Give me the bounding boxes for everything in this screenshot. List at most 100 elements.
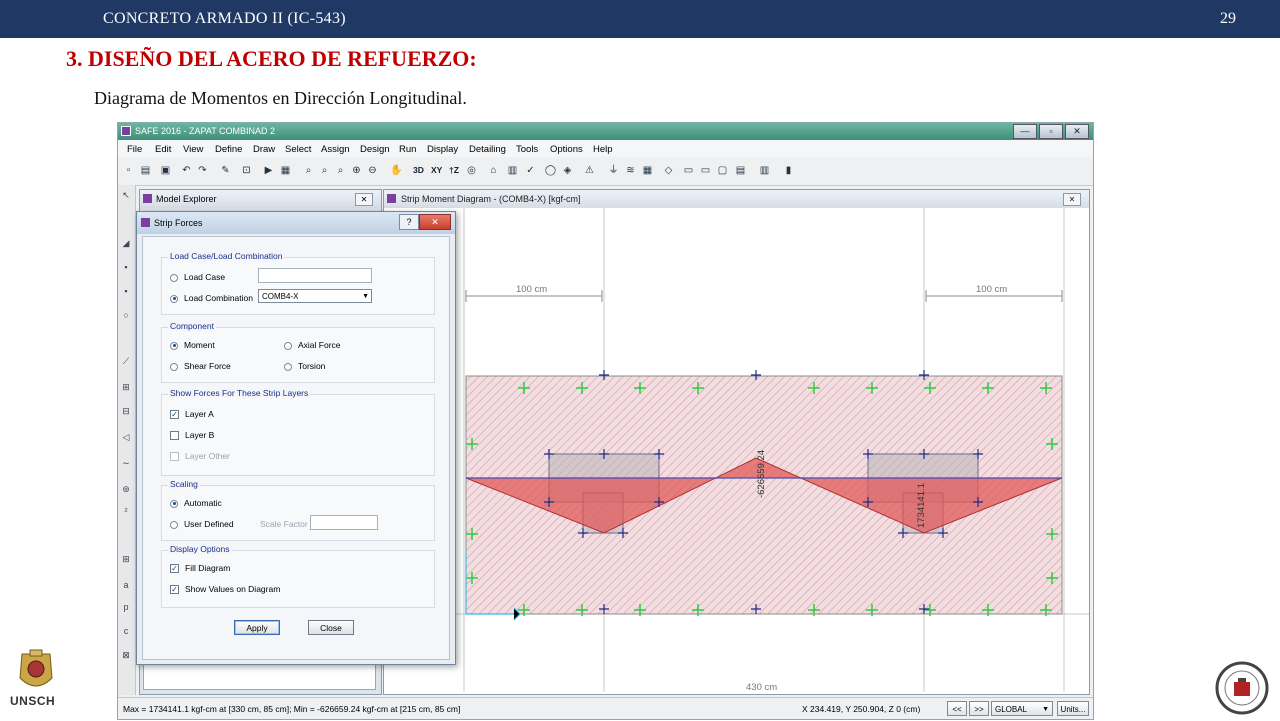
support-icon[interactable]: ⏚ (607, 164, 620, 177)
load-case-field[interactable] (258, 268, 372, 283)
minimize-button[interactable]: — (1013, 124, 1037, 139)
pan-icon[interactable]: ✋ (390, 164, 403, 177)
save-icon[interactable]: ▣ (159, 164, 172, 177)
zoom-out-icon[interactable]: ⊖ (366, 164, 379, 177)
draw-circle-icon[interactable]: ○ (120, 309, 132, 321)
restore-button[interactable]: ▫ (1039, 124, 1063, 139)
menu-define[interactable]: Define (215, 144, 242, 155)
slab-forces-icon[interactable]: ◇ (662, 164, 675, 177)
run-analysis-icon[interactable]: ▦ (279, 164, 292, 177)
clear-selection-icon[interactable]: c (120, 625, 132, 637)
zoom-window-icon[interactable]: ⌕ (302, 164, 315, 177)
max-moment-label: 1734141.1 (916, 483, 927, 528)
new-file-icon[interactable]: ▫ (122, 164, 135, 177)
next-button[interactable]: >> (969, 701, 989, 716)
user-defined-radio[interactable]: User Defined (170, 519, 234, 529)
redo-icon[interactable]: ↷ (196, 164, 209, 177)
radio-icon (170, 362, 178, 371)
undo-icon[interactable]: ↶ (180, 164, 193, 177)
layer-b-checkbox[interactable]: Layer B (170, 430, 214, 441)
select-all-icon[interactable]: a (120, 579, 132, 591)
deselect-icon[interactable]: ⊠ (120, 649, 132, 661)
menu-run[interactable]: Run (399, 144, 416, 155)
axial-force-radio[interactable]: Axial Force (284, 340, 341, 350)
dialog-close-button[interactable]: ✕ (419, 214, 451, 230)
diagram-window-close-button[interactable]: ✕ (1063, 193, 1081, 206)
menu-design[interactable]: Design (360, 144, 390, 155)
pencil-icon[interactable]: ✎ (219, 164, 232, 177)
show-values-checkbox[interactable]: ✓ Show Values on Diagram (170, 584, 280, 595)
close-window-button[interactable]: ✕ (1065, 124, 1089, 139)
menu-draw[interactable]: Draw (253, 144, 275, 155)
moment-radio[interactable]: Moment (170, 340, 215, 350)
warning-icon[interactable]: ⚠ (583, 164, 596, 177)
menu-tools[interactable]: Tools (516, 144, 538, 155)
lock-icon[interactable]: ⊡ (240, 164, 253, 177)
tables-icon[interactable]: ▥ (758, 164, 771, 177)
open-folder-icon[interactable]: ▤ (139, 164, 152, 177)
view-iz-button[interactable]: †Z (449, 165, 459, 175)
load-combination-radio[interactable]: Load Combination (170, 293, 253, 303)
beam-forces-icon[interactable]: ▭ (699, 164, 712, 177)
book-icon[interactable]: ▮ (782, 164, 795, 177)
menu-detailing[interactable]: Detailing (469, 144, 506, 155)
close-button[interactable]: Close (308, 620, 354, 635)
section-cut-icon[interactable]: ▤ (734, 164, 747, 177)
scale-factor-input[interactable] (310, 515, 378, 530)
help-button[interactable]: ? (399, 214, 419, 230)
display-options-icon[interactable]: ▥ (506, 164, 519, 177)
zoom-full-icon[interactable]: ⌕ (334, 164, 347, 177)
deformed-shape-icon[interactable]: ◈ (561, 164, 574, 177)
draw-line-icon[interactable]: ⟋ (120, 355, 132, 367)
check-icon[interactable]: ✓ (524, 164, 537, 177)
load-combination-select[interactable]: COMB4-X ▼ (258, 289, 372, 303)
snap-grid-icon[interactable]: ⊞ (120, 553, 132, 565)
rotate-view-icon[interactable]: ◎ (465, 164, 478, 177)
tendon-icon[interactable]: ▢ (716, 164, 729, 177)
run-play-icon[interactable]: ▶ (262, 164, 275, 177)
model-explorer-close-button[interactable]: ✕ (355, 193, 373, 206)
menu-help[interactable]: Help (593, 144, 613, 155)
load-case-radio[interactable]: Load Case (170, 272, 225, 282)
apply-button[interactable]: Apply (234, 620, 280, 635)
diagram-window-title: Strip Moment Diagram - (COMB4-X) [kgf-cm… (401, 194, 581, 204)
view-3d-button[interactable]: 3D (413, 165, 424, 175)
shear-force-radio[interactable]: Shear Force (170, 361, 231, 371)
zoom-restore-icon[interactable]: ⌕ (318, 164, 331, 177)
automatic-radio[interactable]: Automatic (170, 498, 222, 508)
draw-curve-icon[interactable]: ∼ (120, 457, 132, 469)
view-xy-button[interactable]: XY (431, 165, 442, 175)
draw-strip-icon[interactable]: ⊟ (120, 405, 132, 417)
select-prev-icon[interactable]: p (120, 601, 132, 613)
slide-subtitle: Diagrama de Momentos en Dirección Longit… (94, 88, 467, 108)
fill-diagram-checkbox[interactable]: ✓ Fill Diagram (170, 563, 230, 574)
loads-icon[interactable]: ≋ (624, 164, 637, 177)
menu-display[interactable]: Display (427, 144, 458, 155)
menu-select[interactable]: Select (285, 144, 311, 155)
snap-icon[interactable]: ⊛ (120, 483, 132, 495)
draw-point-icon[interactable]: ▪ (120, 285, 132, 297)
moment-diagram-canvas[interactable]: 100 cm 100 cm -626659.24 1734141.1 430 c… (384, 208, 1089, 692)
coordinate-system-select[interactable]: GLOBAL ▼ (991, 701, 1053, 716)
calculator-icon[interactable]: ▦ (641, 164, 654, 177)
layer-a-checkbox[interactable]: ✓ Layer A (170, 409, 214, 420)
torsion-radio[interactable]: Torsion (284, 361, 325, 371)
view-options-icon[interactable]: ⌂ (487, 164, 500, 177)
checkbox-checked-icon: ✓ (170, 564, 179, 574)
draw-rect-icon[interactable]: ▪ (120, 261, 132, 273)
draw-area-icon[interactable]: ◢ (120, 237, 132, 249)
menu-assign[interactable]: Assign (321, 144, 350, 155)
strip-forces-icon[interactable]: ▭ (682, 164, 695, 177)
pointer-icon[interactable]: ↖ (120, 189, 132, 201)
previous-button[interactable]: << (947, 701, 967, 716)
menu-view[interactable]: View (183, 144, 203, 155)
menu-file[interactable]: File (127, 144, 142, 155)
units-button[interactable]: Units... (1057, 701, 1089, 716)
zoom-in-icon[interactable]: ⊕ (350, 164, 363, 177)
reshape-icon[interactable]: ◯ (544, 164, 557, 177)
menu-options[interactable]: Options (550, 144, 583, 155)
draw-wedge-icon[interactable]: ◁ (120, 431, 132, 443)
menu-edit[interactable]: Edit (155, 144, 171, 155)
draw-grid-icon[interactable]: ⊞ (120, 381, 132, 393)
snap-2-icon[interactable]: ² (120, 505, 132, 517)
